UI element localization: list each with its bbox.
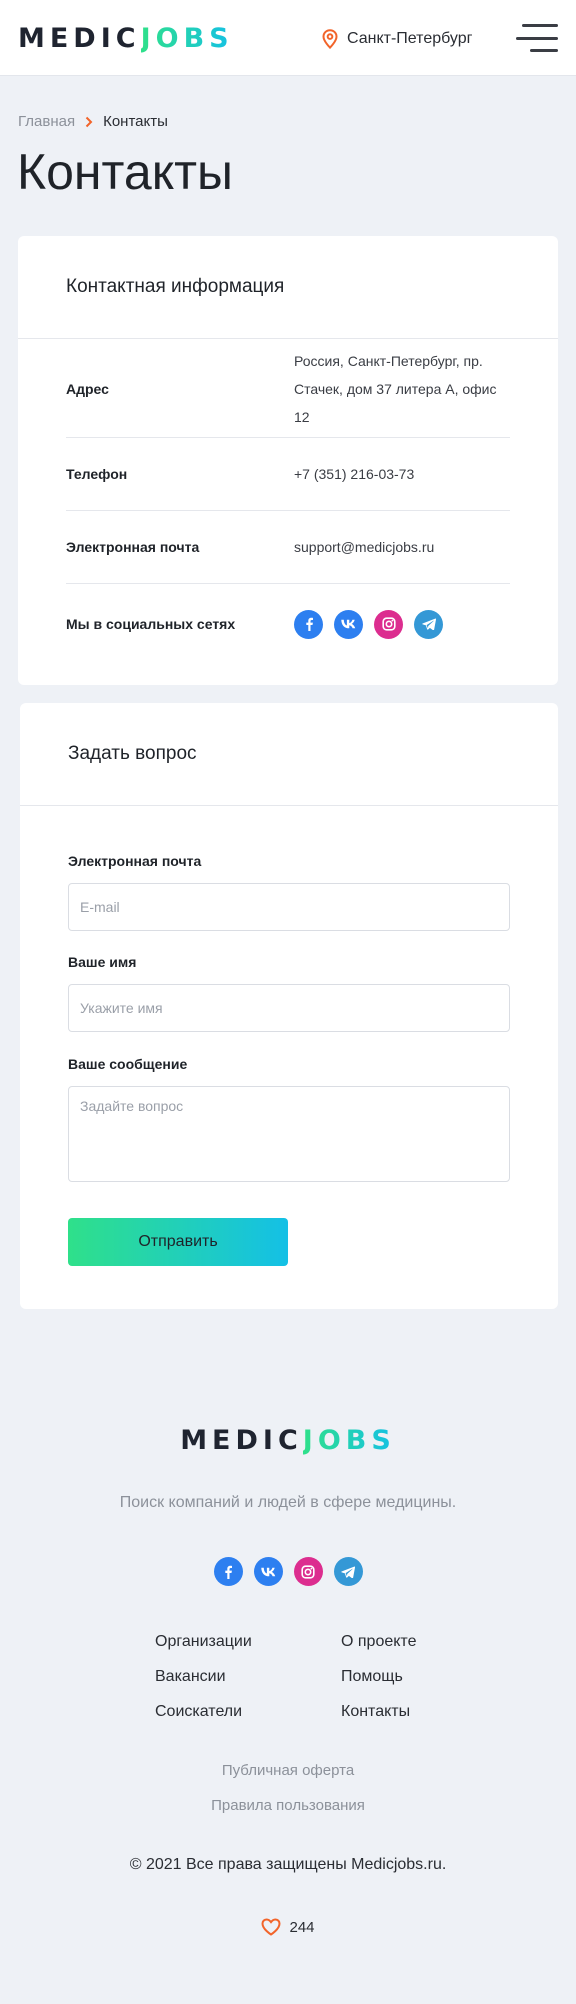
location-pin-icon: [322, 29, 338, 49]
question-form-title: Задать вопрос: [20, 703, 558, 806]
phone-label: Телефон: [66, 466, 128, 482]
footer-logo-part-jobs: JOBS: [302, 1425, 396, 1456]
breadcrumb: Главная Контакты: [18, 113, 168, 130]
public-offer-link[interactable]: Публичная оферта: [0, 1762, 576, 1779]
likes-count: 244: [289, 1918, 315, 1936]
email-value[interactable]: support@medicjobs.ru: [294, 533, 510, 561]
email-label: Электронная почта: [66, 539, 200, 555]
city-name: Санкт-Петербург: [347, 30, 473, 47]
phone-row: Телефон +7 (351) 216-03-73: [66, 438, 510, 511]
heart-icon: [261, 1918, 281, 1936]
telegram-icon[interactable]: [414, 609, 443, 639]
footer-link-help[interactable]: Помощь: [341, 1667, 416, 1686]
instagram-icon[interactable]: [374, 609, 403, 639]
telegram-icon[interactable]: [333, 1557, 363, 1586]
likes-counter[interactable]: 244: [0, 1918, 576, 1936]
copyright: © 2021 Все права защищены Medicjobs.ru.: [129, 1856, 447, 1873]
address-value: Россия, Санкт-Петербург, пр. Стачек, дом…: [294, 347, 510, 431]
breadcrumb-current: Контакты: [103, 113, 168, 130]
vk-icon[interactable]: [253, 1557, 283, 1586]
facebook-icon[interactable]: [294, 609, 323, 639]
contact-info-title: Контактная информация: [18, 236, 558, 339]
footer-social-links: [0, 1557, 576, 1586]
address-label: Адрес: [66, 380, 109, 397]
logo[interactable]: MEDICJOBS: [18, 24, 234, 54]
footer-link-organizations[interactable]: Организации: [155, 1632, 252, 1651]
name-field[interactable]: [68, 984, 510, 1032]
footer-link-applicants[interactable]: Соискатели: [155, 1702, 252, 1721]
terms-of-use-link[interactable]: Правила пользования: [0, 1797, 576, 1814]
footer-nav-left: Организации Вакансии Соискатели: [155, 1632, 252, 1721]
message-field[interactable]: [68, 1086, 510, 1182]
breadcrumb-home-link[interactable]: Главная: [18, 113, 75, 130]
email-field[interactable]: [68, 883, 510, 931]
social-links: [294, 609, 443, 639]
chevron-right-icon: [85, 116, 93, 127]
footer-link-about[interactable]: О проекте: [341, 1632, 416, 1651]
page-title: Контакты: [17, 144, 233, 200]
menu-burger-icon[interactable]: [516, 24, 558, 52]
form-message-label: Ваше сообщение: [68, 1056, 188, 1072]
city-selector[interactable]: Санкт-Петербург: [322, 27, 472, 51]
site-header: MEDICJOBS Санкт-Петербург: [0, 0, 576, 76]
contact-info-card: Контактная информация Адрес Россия, Санк…: [18, 236, 558, 685]
address-line-1: Россия, Санкт-Петербург, пр.: [294, 352, 483, 369]
footer-link-contacts[interactable]: Контакты: [341, 1702, 416, 1721]
vk-icon[interactable]: [334, 609, 363, 639]
form-name-label: Ваше имя: [68, 954, 137, 970]
address-line-2: Стачек, дом 37 литера А, офис 12: [294, 380, 497, 425]
question-form-card: Задать вопрос Электронная почта Ваше имя…: [20, 703, 558, 1309]
social-row: Мы в социальных сетях: [66, 584, 510, 664]
footer-nav-right: О проекте Помощь Контакты: [341, 1632, 416, 1721]
address-row: Адрес Россия, Санкт-Петербург, пр. Стаче…: [66, 340, 510, 438]
phone-value[interactable]: +7 (351) 216-03-73: [294, 460, 510, 488]
facebook-icon[interactable]: [213, 1557, 243, 1586]
social-label: Мы в социальных сетях: [66, 616, 236, 632]
email-row: Электронная почта support@medicjobs.ru: [66, 511, 510, 584]
logo-part-jobs: JOBS: [140, 23, 234, 54]
footer-logo[interactable]: MEDICJOBS: [0, 1426, 576, 1456]
footer-logo-part-medic: MEDIC: [180, 1425, 303, 1456]
submit-button[interactable]: Отправить: [68, 1218, 288, 1266]
instagram-icon[interactable]: [293, 1557, 323, 1586]
footer-link-vacancies[interactable]: Вакансии: [155, 1667, 252, 1686]
form-email-label: Электронная почта: [68, 853, 202, 869]
footer-tagline: Поиск компаний и людей в сфере медицины.: [119, 1494, 457, 1511]
logo-part-medic: MEDIC: [18, 23, 141, 54]
